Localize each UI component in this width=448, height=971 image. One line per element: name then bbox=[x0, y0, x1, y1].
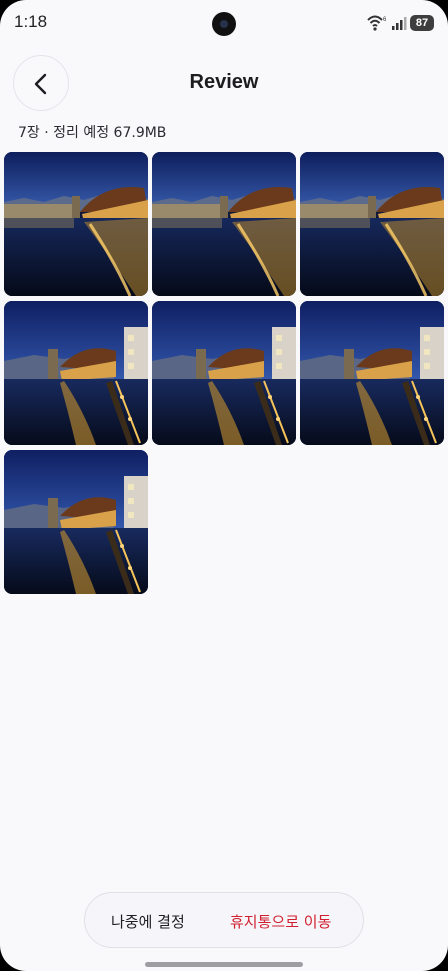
photo-thumbnail[interactable] bbox=[4, 450, 148, 594]
signal-icon bbox=[391, 15, 407, 31]
photo-thumbnail[interactable] bbox=[152, 301, 296, 445]
move-to-trash-button[interactable]: 휴지통으로 이동 bbox=[230, 911, 331, 932]
photo-thumbnail[interactable] bbox=[300, 301, 444, 445]
photo-thumbnail[interactable] bbox=[152, 152, 296, 296]
svg-text:6: 6 bbox=[383, 17, 387, 23]
photo-thumbnail[interactable] bbox=[4, 152, 148, 296]
wifi-icon: 6 bbox=[366, 14, 388, 32]
photo-thumbnail[interactable] bbox=[4, 301, 148, 445]
status-time: 1:18 bbox=[14, 12, 48, 31]
photo-grid bbox=[4, 152, 444, 594]
front-camera bbox=[212, 12, 236, 36]
decide-later-button[interactable]: 나중에 결정 bbox=[111, 911, 185, 932]
review-summary: 7장 · 정리 예정 67.9MB bbox=[18, 125, 167, 141]
home-indicator[interactable] bbox=[145, 962, 303, 967]
photo-thumbnail[interactable] bbox=[300, 152, 444, 296]
screen: 1:18 6 87 Review 7장 · 정리 예정 67.9MB 나중에 결… bbox=[0, 0, 448, 971]
page-title: Review bbox=[189, 71, 259, 93]
battery-icon: 87 bbox=[410, 15, 434, 31]
action-bar: 나중에 결정 휴지통으로 이동 bbox=[84, 892, 364, 948]
status-bar: 1:18 6 87 bbox=[0, 0, 448, 46]
